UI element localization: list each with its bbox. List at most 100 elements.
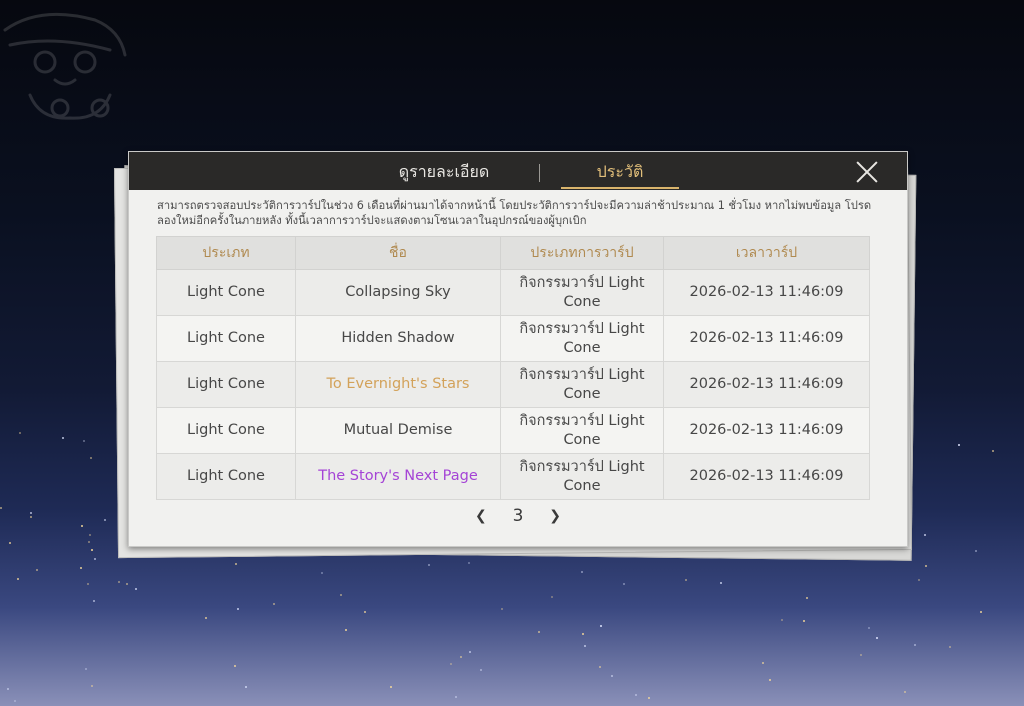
star [17, 578, 20, 581]
star [551, 595, 554, 598]
star [768, 679, 771, 682]
star [234, 562, 237, 565]
star [467, 561, 470, 564]
cell-type: Light Cone [156, 269, 296, 316]
star [762, 662, 765, 665]
table-row: Light Cone Hidden Shadow กิจกรรมวาร์ป Li… [156, 315, 870, 362]
star [914, 644, 917, 647]
tab-details[interactable]: ดูรายละเอียด [359, 152, 529, 190]
star [234, 664, 237, 667]
star [14, 699, 17, 702]
star [344, 629, 347, 632]
cell-name: Mutual Demise [295, 407, 501, 454]
cell-warp-type: กิจกรรมวาร์ป Light Cone [500, 315, 664, 362]
close-icon[interactable] [855, 160, 879, 184]
tab-history[interactable]: ประวัติ [561, 152, 679, 190]
star [83, 440, 86, 443]
cell-time: 2026-02-13 11:46:09 [663, 361, 870, 408]
cell-type: Light Cone [156, 453, 296, 500]
star [91, 549, 94, 552]
star [459, 656, 462, 659]
star [86, 583, 89, 586]
star [860, 654, 863, 657]
cell-name: To Evernight's Stars [295, 361, 501, 408]
tab-divider [539, 164, 540, 182]
star [805, 597, 808, 600]
star [781, 619, 784, 622]
star [974, 549, 977, 552]
table-row: Light Cone Collapsing Sky กิจกรรมวาร์ป L… [156, 269, 870, 316]
cell-warp-type: กิจกรรมวาร์ป Light Cone [500, 407, 664, 454]
star [957, 443, 960, 446]
star [454, 696, 457, 699]
star [84, 667, 87, 670]
star [88, 533, 91, 536]
star [647, 697, 650, 700]
star [134, 588, 137, 591]
mascot-doodle-icon [3, 12, 127, 120]
star [584, 644, 587, 647]
star [8, 541, 11, 544]
star [949, 645, 952, 648]
chevron-left-icon[interactable]: ❮ [469, 504, 493, 528]
star [91, 684, 94, 687]
star [340, 594, 343, 597]
star [18, 432, 21, 435]
active-tab-indicator [561, 187, 679, 189]
cell-time: 2026-02-13 11:46:09 [663, 453, 870, 500]
star [918, 579, 921, 582]
current-page-number: 3 [512, 506, 524, 526]
star [389, 685, 392, 688]
column-header-name: ชื่อ [295, 236, 501, 270]
star [803, 619, 806, 622]
star [580, 570, 583, 573]
star [635, 694, 638, 697]
star [103, 518, 106, 521]
star [61, 437, 64, 440]
star [427, 564, 430, 567]
star [94, 558, 97, 560]
column-header-warp-type: ประเภทการวาร์ป [500, 236, 664, 270]
star [450, 663, 453, 666]
table-row: Light Cone Mutual Demise กิจกรรมวาร์ป Li… [156, 407, 870, 454]
star [469, 650, 472, 653]
cell-type: Light Cone [156, 407, 296, 454]
star [321, 572, 324, 575]
star [35, 568, 38, 571]
cell-name: Hidden Shadow [295, 315, 501, 362]
cell-time: 2026-02-13 11:46:09 [663, 315, 870, 362]
warp-history-table: ประเภท ชื่อ ประเภทการวาร์ป เวลาวาร์ป Lig… [156, 236, 870, 500]
star [924, 534, 927, 537]
cell-warp-type: กิจกรรมวาร์ป Light Cone [500, 269, 664, 316]
star [90, 456, 93, 459]
star [623, 582, 626, 585]
tab-history-label: ประวัติ [596, 162, 644, 181]
star [81, 524, 84, 527]
star [205, 617, 208, 620]
star [875, 636, 878, 639]
star [30, 512, 33, 515]
table-header-row: ประเภท ชื่อ ประเภทการวาร์ป เวลาวาร์ป [156, 236, 870, 270]
table-row: Light Cone To Evernight's Stars กิจกรรมว… [156, 361, 870, 408]
pagination: ❮ 3 ❯ [129, 504, 907, 528]
chevron-right-icon[interactable]: ❯ [543, 504, 567, 528]
star [273, 602, 276, 605]
cell-name: Collapsing Sky [295, 269, 501, 316]
cell-name: The Story's Next Page [295, 453, 501, 500]
star [992, 450, 995, 453]
star [93, 600, 96, 603]
star [903, 691, 906, 694]
cell-time: 2026-02-13 11:46:09 [663, 269, 870, 316]
star [720, 582, 722, 585]
star [600, 625, 603, 628]
cell-warp-type: กิจกรรมวาร์ป Light Cone [500, 453, 664, 500]
star [537, 630, 540, 633]
star [80, 566, 83, 569]
cell-type: Light Cone [156, 315, 296, 362]
star [29, 516, 32, 519]
cell-time: 2026-02-13 11:46:09 [663, 407, 870, 454]
table-row: Light Cone The Story's Next Page กิจกรรม… [156, 453, 870, 500]
star [980, 611, 983, 614]
star [685, 578, 688, 581]
star [87, 541, 90, 544]
